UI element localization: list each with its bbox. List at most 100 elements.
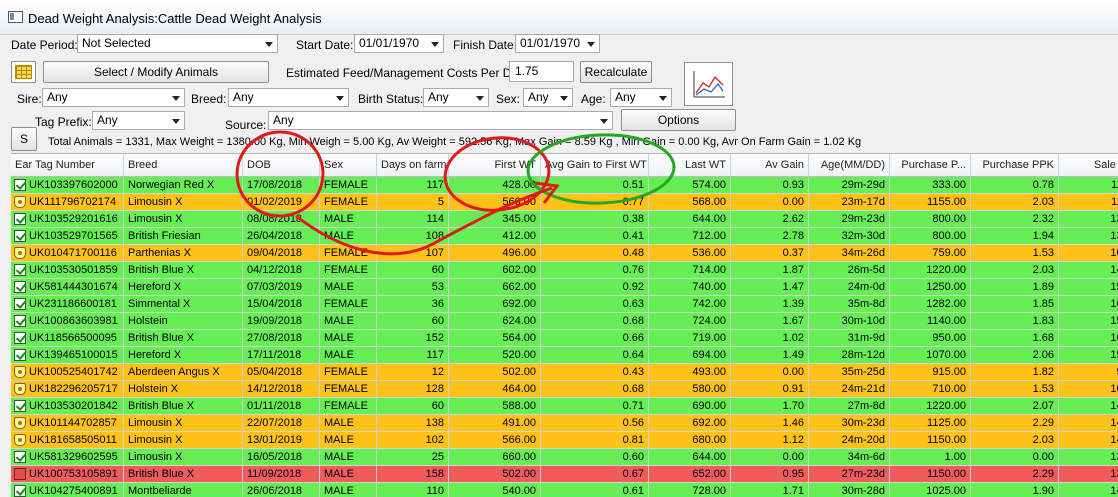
column-header-dob[interactable]: DOB xyxy=(243,154,320,176)
table-row[interactable]: UK101144702857 Limousin X 22/07/2018 MALE 13… xyxy=(11,415,1118,432)
birth-status-label: Birth Status: xyxy=(358,92,424,106)
column-header-sale-price[interactable]: Sale Price xyxy=(1059,154,1118,176)
table-cell: 0.64 xyxy=(541,347,649,363)
table-row[interactable]: UK118566500095 British Blue X 27/08/2018 MA… xyxy=(11,330,1118,347)
table-row[interactable]: UK103529701565 British Friesian 26/04/2018… xyxy=(11,228,1118,245)
cell-first-wt: 502.00 xyxy=(502,366,536,378)
table-row[interactable]: UK100863603981 Holstein 19/09/2018 MALE 60 62… xyxy=(11,313,1118,330)
table-row[interactable]: UK103529201616 Limousin X 08/08/2018 MALE 11… xyxy=(11,211,1118,228)
source-select[interactable]: Any xyxy=(268,111,613,130)
table-cell: 1474.4 xyxy=(1059,262,1118,278)
options-button[interactable]: Options xyxy=(621,109,736,131)
cell-dob: 17/08/2018 xyxy=(247,179,303,191)
cell-breed: Limousin X xyxy=(128,196,183,208)
table-row[interactable]: UK103530201842 British Blue X 01/11/2018 FE… xyxy=(11,398,1118,415)
cell-last-wt: 712.00 xyxy=(692,230,726,242)
animals-table[interactable]: Ear Tag Number Breed DOB Sex Days on farm Fir… xyxy=(11,153,1118,497)
column-header-age[interactable]: Age(MM/DD) xyxy=(809,154,890,176)
table-row[interactable]: UK139465100015 Hereford X 17/11/2018 MALE 11… xyxy=(11,347,1118,364)
column-header-purchase-price[interactable]: Purchase P... xyxy=(890,154,971,176)
table-row[interactable]: UK581444301674 Hereford X 07/03/2019 MALE 53… xyxy=(11,279,1118,296)
cell-av-gain: 1.39 xyxy=(782,298,804,310)
table-cell: 1155.00 xyxy=(890,194,971,210)
recalculate-button[interactable]: Recalculate xyxy=(580,61,652,83)
table-row[interactable]: UK103397602000 Norwegian Red X 17/08/2018 F… xyxy=(11,177,1118,194)
table-cell: 1623.6 xyxy=(1059,330,1118,346)
table-cell: UK181658505011 xyxy=(11,432,124,448)
cell-purchase-price: 1150.00 xyxy=(927,434,966,446)
cell-ear-tag: UK100863603981 xyxy=(29,315,118,327)
date-period-select[interactable]: Not Selected xyxy=(77,34,278,53)
s-button[interactable]: S xyxy=(11,127,37,151)
chevron-down-icon xyxy=(172,119,180,124)
start-date-picker[interactable]: 01/01/1970 xyxy=(354,34,444,53)
age-select[interactable]: Any xyxy=(610,88,672,107)
table-cell: 0.92 xyxy=(541,279,649,295)
cell-breed: Limousin X xyxy=(128,417,183,429)
table-row[interactable]: UK103530501859 British Blue X 04/12/2018 FE… xyxy=(11,262,1118,279)
table-cell: MALE xyxy=(320,466,377,482)
table-cell: MALE xyxy=(320,228,377,244)
table-row[interactable]: UK100525401742 Aberdeen Angus X 05/04/2018… xyxy=(11,364,1118,381)
cell-purchase-price: 1.00 xyxy=(944,451,966,463)
cell-dob: 14/12/2018 xyxy=(247,383,303,395)
table-cell: 08/08/2018 xyxy=(243,211,320,227)
cell-dob: 27/08/2018 xyxy=(247,332,303,344)
table-cell: 27m-8d xyxy=(809,398,890,414)
ear-tag-icon xyxy=(14,247,26,259)
table-row[interactable]: UK104275400891 Montbeliarde 26/06/2018 MALE… xyxy=(11,483,1118,497)
table-row[interactable]: UK231186600181 Simmental X 15/04/2018 FEMAL… xyxy=(11,296,1118,313)
table-cell: Montbeliarde xyxy=(124,483,243,497)
table-cell: British Blue X xyxy=(124,466,243,482)
finish-date-picker[interactable]: 01/01/1970 xyxy=(515,34,600,53)
column-header-sex[interactable]: Sex xyxy=(320,154,377,176)
cell-age: 34m-26d xyxy=(841,247,885,259)
table-cell: 1.53 xyxy=(971,381,1059,397)
column-header-ear-tag[interactable]: Ear Tag Number xyxy=(11,154,124,176)
column-header-avg-gain-first-wt[interactable]: Avg Gain to First WT xyxy=(541,154,649,176)
table-cell: 102 xyxy=(377,432,449,448)
cell-sale-price: 1321.5 xyxy=(1110,468,1118,480)
chart-button[interactable] xyxy=(684,62,733,106)
sex-select[interactable]: Any xyxy=(523,88,573,107)
breed-select[interactable]: Any xyxy=(228,88,349,107)
cell-purchase-price: 1140.00 xyxy=(927,315,966,327)
table-cell: 22/07/2018 xyxy=(243,415,320,431)
column-header-av-gain[interactable]: Av Gain xyxy=(731,154,809,176)
birth-status-select[interactable]: Any xyxy=(423,88,489,107)
table-row[interactable]: UK181658505011 Limousin X 13/01/2019 MALE 10… xyxy=(11,432,1118,449)
column-header-purchase-ppk[interactable]: Purchase PPK xyxy=(971,154,1059,176)
cell-last-wt: 580.00 xyxy=(692,383,726,395)
window-title: Dead Weight Analysis:Cattle Dead Weight … xyxy=(28,11,322,26)
cell-days-on-farm: 117 xyxy=(426,179,444,191)
table-row[interactable]: UK010471700116 Parthenias X 09/04/2018 FEMA… xyxy=(11,245,1118,262)
table-cell: Limousin X xyxy=(124,211,243,227)
cell-avg-gain-first-wt: 0.66 xyxy=(622,332,644,344)
cell-purchase-ppk: 2.32 xyxy=(1032,213,1054,225)
table-row[interactable]: UK182296205717 Holstein X 14/12/2018 FEMALE… xyxy=(11,381,1118,398)
select-modify-animals-button[interactable]: Select / Modify Animals xyxy=(43,61,269,83)
cell-sale-price: 1507.3 xyxy=(1110,315,1118,327)
cell-purchase-ppk: 1.85 xyxy=(1032,298,1054,310)
table-row[interactable]: UK111796702174 Limousin X 01/02/2019 FEMALE… xyxy=(11,194,1118,211)
tag-prefix-select[interactable]: Any xyxy=(92,111,185,130)
grid-view-button[interactable] xyxy=(11,61,36,83)
table-cell: Hereford X xyxy=(124,279,243,295)
cell-av-gain: 0.00 xyxy=(782,196,804,208)
column-header-last-wt[interactable]: Last WT xyxy=(649,154,731,176)
column-header-days-on-farm[interactable]: Days on farm xyxy=(377,154,449,176)
table-row[interactable]: UK100753105891 British Blue X 11/09/2018 MA… xyxy=(11,466,1118,483)
app-icon xyxy=(8,11,23,23)
finish-date-value: 01/01/1970 xyxy=(520,36,581,50)
table-row[interactable]: UK581329602595 Limousin X 16/05/2018 MALE 25… xyxy=(11,449,1118,466)
warning-icon xyxy=(14,468,26,480)
column-header-first-wt[interactable]: First WT xyxy=(449,154,541,176)
sire-select[interactable]: Any xyxy=(42,88,185,107)
column-header-breed[interactable]: Breed xyxy=(124,154,243,176)
feed-costs-input[interactable]: 1.75 xyxy=(509,61,574,82)
checkbox-checked-icon xyxy=(14,179,26,191)
cell-av-gain: 1.87 xyxy=(782,264,804,276)
cell-days-on-farm: 114 xyxy=(426,213,444,225)
cell-days-on-farm: 60 xyxy=(431,315,444,327)
table-cell: 25 xyxy=(377,449,449,465)
